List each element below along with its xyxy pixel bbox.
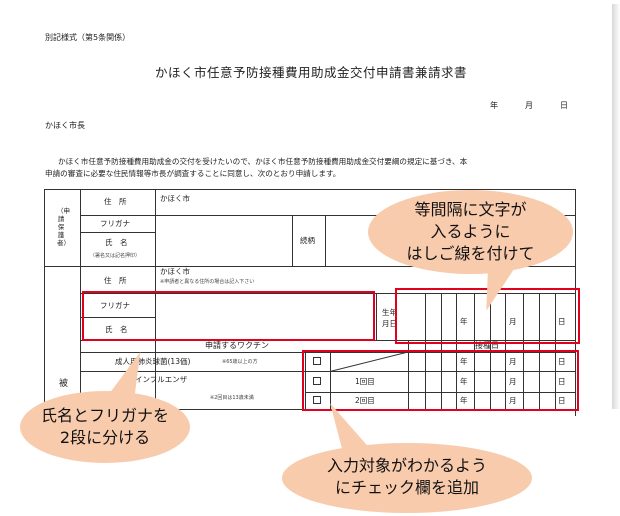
date-year: 年: [490, 101, 498, 110]
callout-bottom-left-text: 氏名とフリガナを 2段に分ける: [40, 406, 169, 447]
vaccine-row1-note: ※65歳以上の方: [222, 359, 258, 365]
subject-section-label: 被: [59, 379, 69, 389]
date-month: 月: [525, 101, 533, 110]
applicant-address-value: かほく市: [160, 194, 190, 203]
callout-bottom-right-text: 入力対象がわかるよう にチェック欄を追加: [326, 456, 487, 497]
highlight-name-furigana: [82, 291, 375, 341]
vaccine-row2-note: ※2回目は13歳未満: [210, 395, 254, 401]
subject-address-label: 住 所: [104, 276, 127, 285]
callout-top-right-text: 等間隔に文字が 入るように はしご線を付けて: [406, 200, 535, 263]
page-shadow: [612, 4, 620, 409]
date-day: 日: [560, 101, 568, 110]
form-note: 別記様式（第5条関係）: [45, 33, 131, 42]
subject-address-note: ※申請者と異なる住所の場合は記入下さい: [160, 279, 255, 285]
document-title: かほく市任意予防接種費用助成金交付申請書兼請求書: [155, 65, 468, 80]
applicant-name-label: 氏 名: [105, 238, 128, 247]
addressee: かほく市長: [45, 121, 85, 130]
applicant-furigana-label: フリガナ: [100, 219, 130, 228]
applicant-section-label: （申請保護者）: [57, 207, 70, 247]
subject-address-value: かほく市: [160, 267, 190, 276]
applicant-seal-note: （署名又は記名押印）: [90, 253, 141, 259]
intro-text-line2: 申請の審査に必要な住民情報等市長が調査することに同意し、次のとおり申請します。: [45, 169, 341, 178]
intro-text-line1: かほく市任意予防接種費用助成金の交付を受けたいので、かほく市任意予防接種費用助成…: [58, 157, 468, 166]
vaccine-header: 申請するワクチン: [205, 341, 269, 350]
applicant-address-label: 住 所: [104, 197, 127, 206]
applicant-relation-label: 続柄: [300, 236, 315, 245]
